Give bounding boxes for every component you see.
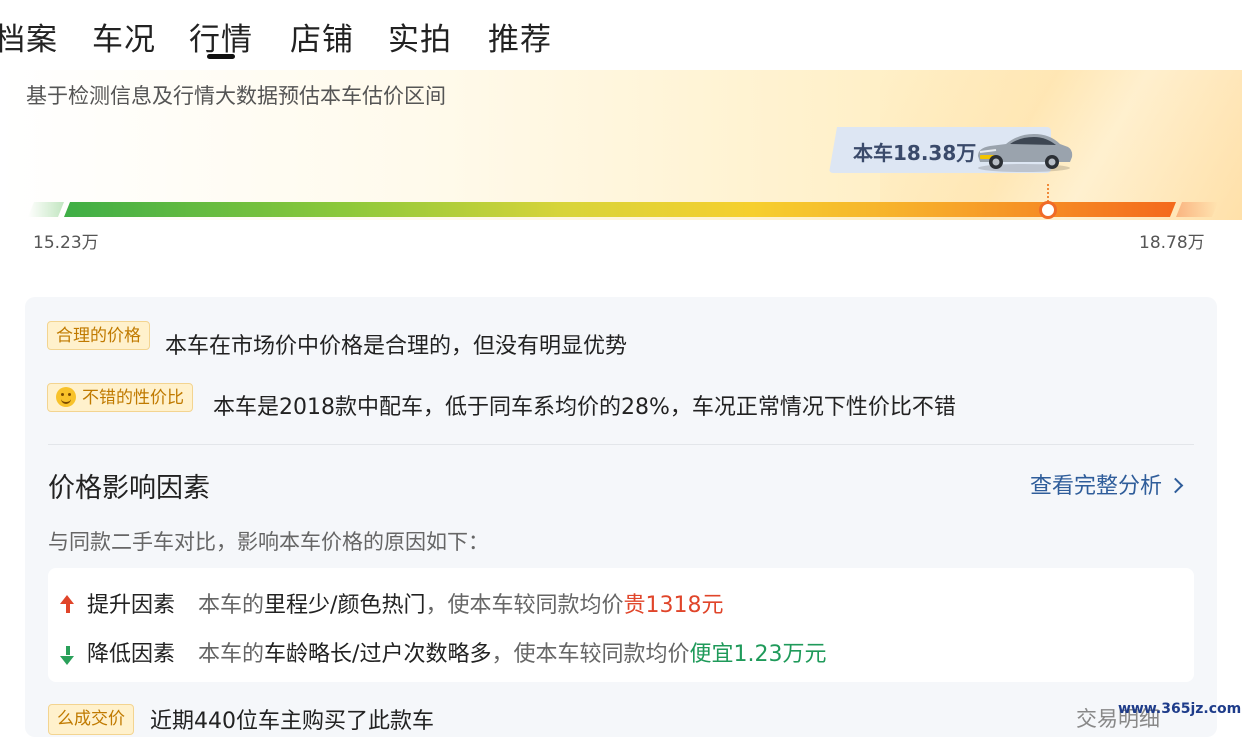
arrow-down-icon <box>60 656 74 665</box>
tab-market[interactable]: 行情 <box>189 14 253 59</box>
raise-factor-row: 提升因素 本车的里程少/颜色热门，使本车较同款均价贵1318元 <box>60 587 723 619</box>
lower-factor-effect: 便宜1.23万元 <box>689 642 827 667</box>
full-analysis-label: 查看完整分析 <box>1030 474 1163 499</box>
price-pointer-line <box>1047 184 1049 202</box>
value-tag: 不错的性价比 <box>47 383 193 412</box>
price-bar-fade-right <box>1176 202 1218 217</box>
estimate-subtitle: 基于检测信息及行情大数据预估本车估价区间 <box>26 84 446 108</box>
tab-recommend[interactable]: 推荐 <box>488 14 552 59</box>
factors-title: 价格影响因素 <box>48 473 210 504</box>
full-analysis-link[interactable]: 查看完整分析 <box>1030 468 1184 500</box>
value-tag-label: 不错的性价比 <box>82 388 184 408</box>
arrow-up-stem <box>66 604 70 613</box>
lower-factor-row: 降低因素 本车的车龄略长/过户次数略多，使本车较同款均价便宜1.23万元 <box>60 636 826 668</box>
car-icon <box>978 134 1073 172</box>
price-bar-fade-left <box>28 202 64 217</box>
value-text: 本车是2018款中配车，低于同车系均价的28%，车况正常情况下性价比不错 <box>213 395 956 420</box>
raise-factor-label: 提升因素 <box>87 593 176 618</box>
smile-icon <box>56 386 76 407</box>
raise-factor-reasons: 里程少/颜色热门 <box>264 593 426 618</box>
active-tab-indicator <box>207 54 235 59</box>
compare-text: 与同款二手车对比，影响本车价格的原因如下： <box>48 530 489 554</box>
tab-photos[interactable]: 实拍 <box>388 14 452 59</box>
lower-factor-middle: ，使本车较同款均价 <box>491 642 690 667</box>
current-price-label: 本车18.38万 <box>853 141 977 165</box>
tab-bar: 档案 车况 行情 店铺 实拍 推荐 <box>0 0 620 62</box>
reasonable-price-tag: 合理的价格 <box>47 321 150 350</box>
lower-factor-reasons: 车龄略长/过户次数略多 <box>264 642 492 667</box>
tab-archive[interactable]: 档案 <box>0 14 58 59</box>
raise-factor-prefix: 本车的 <box>198 593 265 618</box>
arrow-down-stem <box>66 646 70 655</box>
chevron-right-icon <box>1167 477 1184 493</box>
tab-store[interactable]: 店铺 <box>290 14 354 59</box>
price-range-bar <box>64 202 1176 217</box>
range-low-label: 15.23万 <box>33 233 99 253</box>
recent-buyers-text: 近期440位车主购买了此款车 <box>150 709 434 734</box>
range-high-label: 18.78万 <box>1139 233 1205 253</box>
lower-factor-prefix: 本车的 <box>198 642 265 667</box>
reasonable-price-text: 本车在市场价中价格是合理的，但没有明显优势 <box>165 334 628 359</box>
raise-factor-effect: 贵1318元 <box>623 593 724 618</box>
watermark: www.365jz.com <box>1118 701 1242 717</box>
arrow-up-icon <box>60 595 74 604</box>
deal-price-tag: 么成交价 <box>48 704 134 735</box>
divider <box>48 444 1194 445</box>
lower-factor-label: 降低因素 <box>87 642 176 667</box>
tab-condition[interactable]: 车况 <box>92 14 156 59</box>
current-price-marker <box>1039 201 1057 219</box>
raise-factor-middle: ，使本车较同款均价 <box>425 593 624 618</box>
